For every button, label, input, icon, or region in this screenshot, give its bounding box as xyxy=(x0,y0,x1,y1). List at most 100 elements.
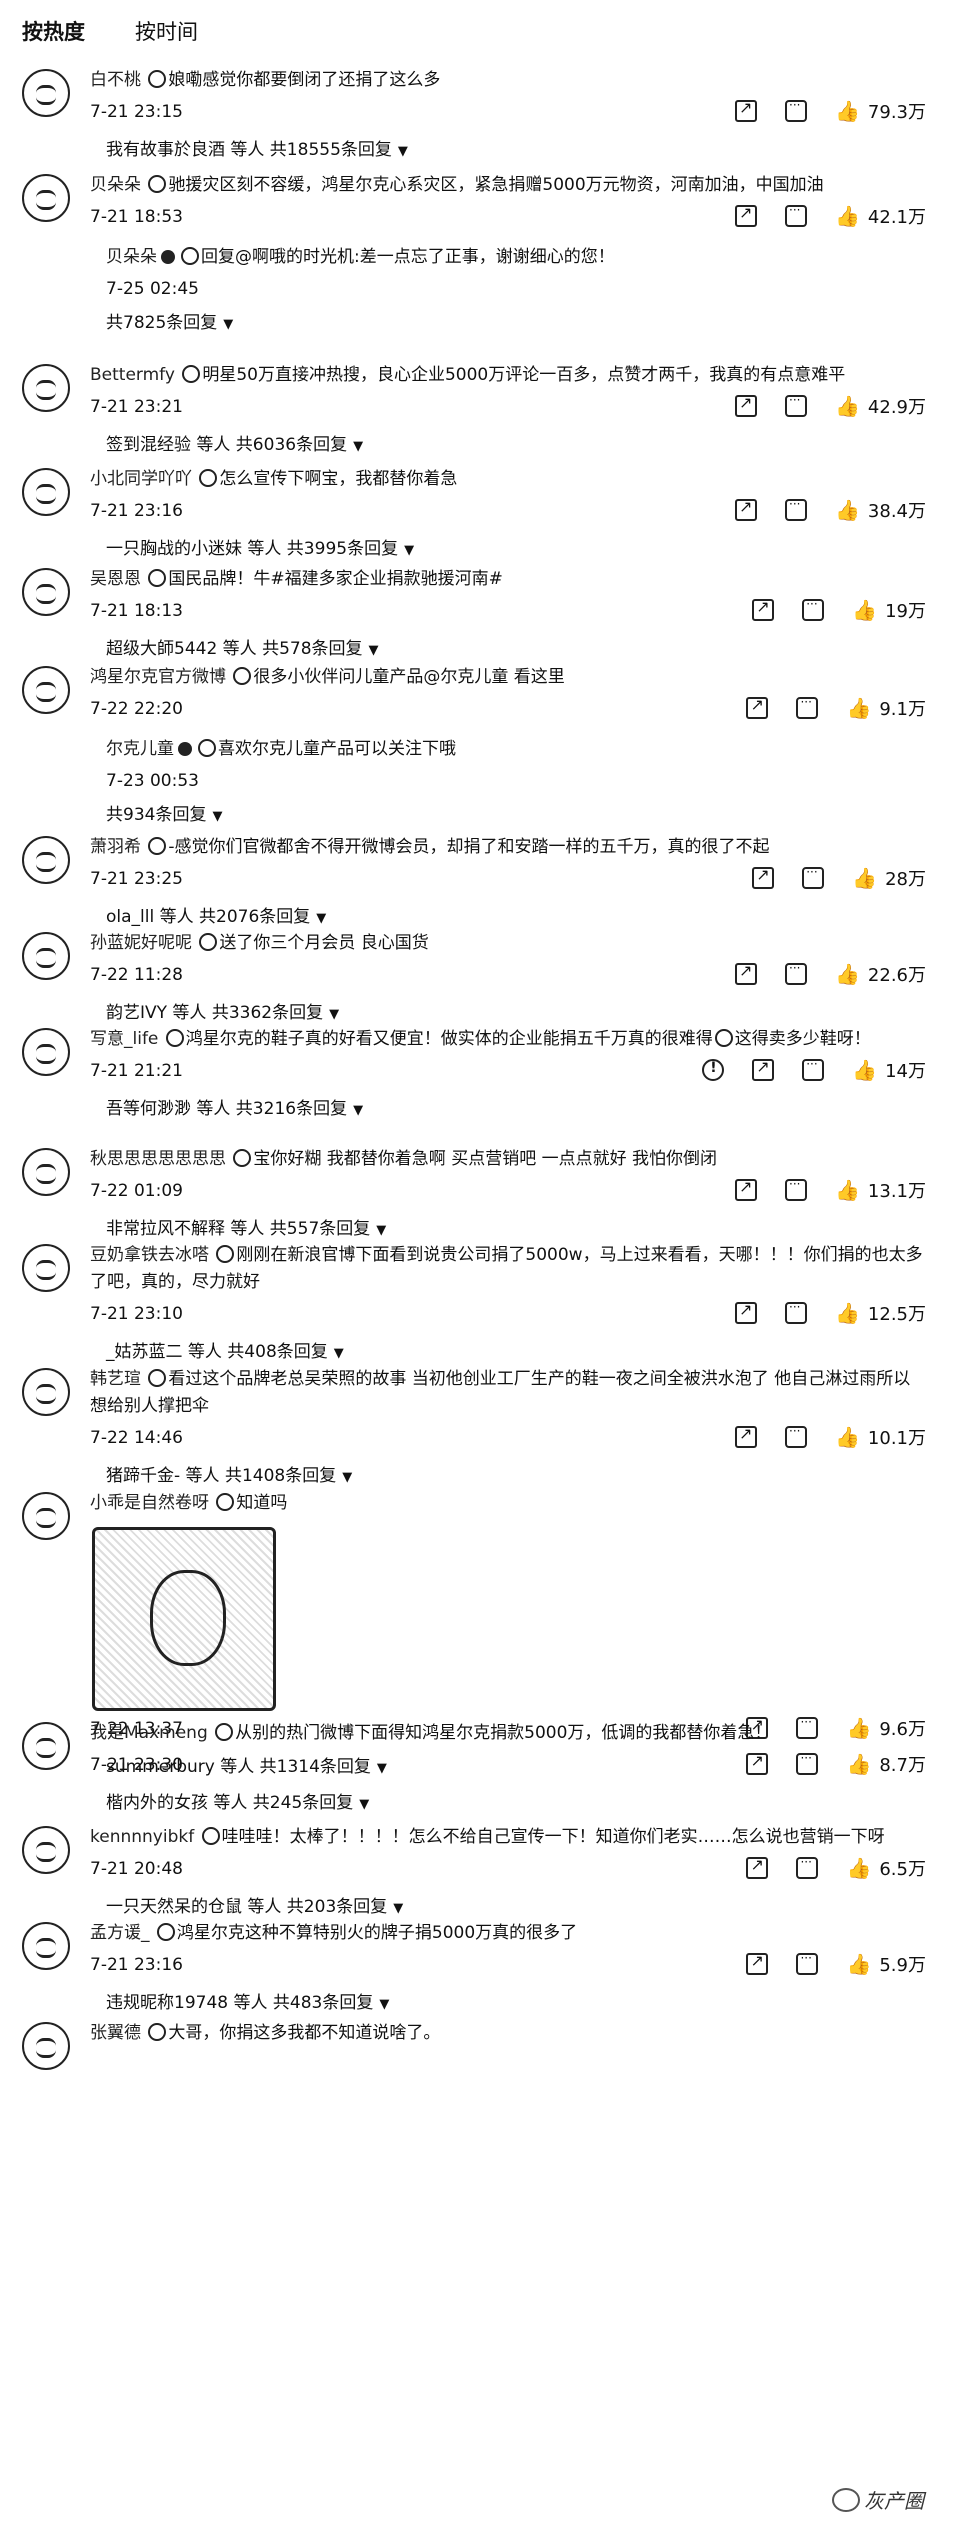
like-button[interactable]: 👍 5.9万 xyxy=(846,1951,926,1977)
replies-link[interactable]: 吾等何渺渺 等人 共3216条回复 ▼ xyxy=(106,1095,956,1125)
comment-username[interactable]: 小乖是自然卷呀 xyxy=(90,1493,209,1513)
share-icon[interactable] xyxy=(746,1751,769,1775)
comment-username[interactable]: 张翼德 xyxy=(90,2023,141,2043)
comment-icon[interactable] xyxy=(802,597,825,621)
comment-text: 秋思思思思思思思 宝你好糊 我都替你着急啊 买点营销吧 一点点就好 我怕你倒闭 xyxy=(90,1146,926,1173)
comment-icon[interactable] xyxy=(785,497,808,521)
share-icon[interactable] xyxy=(735,1177,758,1201)
avatar[interactable] xyxy=(22,1028,70,1076)
comment-icon[interactable] xyxy=(785,98,808,122)
comment-meta: 7-21 23:15 👍 79.3万 xyxy=(90,98,956,130)
comment-meta: 7-21 20:48 👍 6.5万 xyxy=(90,1855,956,1887)
emoji-icon xyxy=(148,837,167,855)
like-button[interactable]: 👍 42.9万 xyxy=(835,393,926,419)
thumbs-up-icon: 👍 xyxy=(846,696,872,720)
replies-summary: 楷内外的女孩 等人 共245条回复 xyxy=(106,1793,354,1813)
comment-username[interactable]: kennnnyibkf xyxy=(90,1827,194,1847)
share-icon[interactable] xyxy=(735,1300,758,1324)
comment-icon[interactable] xyxy=(802,865,825,889)
like-button[interactable]: 👍 8.7万 xyxy=(846,1751,926,1777)
like-button[interactable]: 👍 9.1万 xyxy=(846,695,926,721)
thumbs-up-icon: 👍 xyxy=(835,99,860,123)
comment-username[interactable]: 孙蓝妮好呢呢 xyxy=(90,933,192,953)
avatar[interactable] xyxy=(22,1922,70,1970)
share-icon[interactable] xyxy=(746,1855,769,1879)
like-button[interactable]: 👍 28万 xyxy=(852,865,926,891)
verified-icon xyxy=(161,250,175,264)
like-button[interactable]: 👍 42.1万 xyxy=(835,203,926,229)
share-icon[interactable] xyxy=(752,865,775,889)
like-button[interactable]: 👍 14万 xyxy=(852,1057,926,1083)
comment-icon[interactable] xyxy=(785,203,808,227)
avatar[interactable] xyxy=(22,69,70,117)
avatar[interactable] xyxy=(22,568,70,616)
like-button[interactable]: 👍 10.1万 xyxy=(835,1424,926,1450)
comment-icon[interactable] xyxy=(785,1424,808,1448)
share-icon[interactable] xyxy=(735,497,758,521)
like-button[interactable]: 👍 19万 xyxy=(852,597,926,623)
comment-username[interactable]: Bettermfy xyxy=(90,365,175,385)
avatar[interactable] xyxy=(22,1722,70,1770)
comment-icon[interactable] xyxy=(785,1300,808,1324)
like-button[interactable]: 👍 38.4万 xyxy=(835,497,926,523)
avatar[interactable] xyxy=(22,2022,70,2070)
share-icon[interactable] xyxy=(746,695,769,719)
emoji-icon xyxy=(156,1923,175,1941)
avatar[interactable] xyxy=(22,364,70,412)
share-icon[interactable] xyxy=(735,98,758,122)
like-button[interactable]: 👍 79.3万 xyxy=(835,98,926,124)
comment-icon[interactable] xyxy=(796,1751,819,1775)
reply-username[interactable]: 尔克儿童 xyxy=(106,739,174,759)
avatar[interactable] xyxy=(22,1368,70,1416)
replies-link[interactable]: 共7825条回复 ▼ xyxy=(106,309,956,339)
comment-icon[interactable] xyxy=(796,695,819,719)
like-button[interactable]: 👍 12.5万 xyxy=(835,1300,926,1326)
emoji-icon xyxy=(199,933,218,951)
comment-username[interactable]: 白不桃 xyxy=(90,70,141,90)
avatar[interactable] xyxy=(22,1244,70,1292)
avatar[interactable] xyxy=(22,666,70,714)
comment-username[interactable]: 写意_life xyxy=(90,1029,158,1049)
comment-username[interactable]: 我是Maxmeng xyxy=(90,1723,208,1743)
emoji-icon xyxy=(182,365,201,383)
share-icon[interactable] xyxy=(752,597,775,621)
comment-image[interactable] xyxy=(92,1527,276,1711)
comment-username[interactable]: 秋思思思思思思思 xyxy=(90,1149,226,1169)
tab-by-hot[interactable]: 按热度 xyxy=(22,10,85,50)
avatar[interactable] xyxy=(22,1826,70,1874)
tab-by-time[interactable]: 按时间 xyxy=(135,10,198,50)
share-icon[interactable] xyxy=(735,203,758,227)
comment-username[interactable]: 豆奶拿铁去冰嗒 xyxy=(90,1245,209,1265)
comment-username[interactable]: 鸿星尔克官方微博 xyxy=(90,667,226,687)
avatar[interactable] xyxy=(22,468,70,516)
emoji-icon xyxy=(216,1493,235,1511)
comment-icon[interactable] xyxy=(802,1057,825,1081)
comment-username[interactable]: 孟方谖_ xyxy=(90,1923,150,1943)
avatar[interactable] xyxy=(22,174,70,222)
share-icon[interactable] xyxy=(752,1057,775,1081)
avatar[interactable] xyxy=(22,932,70,980)
comment-icon[interactable] xyxy=(796,1951,819,1975)
share-icon[interactable] xyxy=(735,1424,758,1448)
share-icon[interactable] xyxy=(735,393,758,417)
share-icon[interactable] xyxy=(735,961,758,985)
comment-username[interactable]: 韩艺瑄 xyxy=(90,1369,141,1389)
comment-icon[interactable] xyxy=(785,1177,808,1201)
like-button[interactable]: 👍 6.5万 xyxy=(846,1855,926,1881)
share-icon[interactable] xyxy=(746,1951,769,1975)
avatar[interactable] xyxy=(22,836,70,884)
comment-icon[interactable] xyxy=(785,393,808,417)
comment-username[interactable]: 吴恩恩 xyxy=(90,569,141,589)
reply-username[interactable]: 贝朵朵 xyxy=(106,247,157,267)
comment-username[interactable]: 贝朵朵 xyxy=(90,175,141,195)
comment-meta: 7-21 23:16 👍 5.9万 xyxy=(90,1951,956,1983)
avatar[interactable] xyxy=(22,1148,70,1196)
like-button[interactable]: 👍 22.6万 xyxy=(835,961,926,987)
comment-icon[interactable] xyxy=(796,1855,819,1879)
comment-icon[interactable] xyxy=(785,961,808,985)
like-button[interactable]: 👍 13.1万 xyxy=(835,1177,926,1203)
comment-username[interactable]: 小北同学吖吖 xyxy=(90,469,192,489)
comment-username[interactable]: 萧羽希 xyxy=(90,837,141,857)
avatar[interactable] xyxy=(22,1492,70,1540)
report-icon[interactable] xyxy=(702,1059,725,1081)
